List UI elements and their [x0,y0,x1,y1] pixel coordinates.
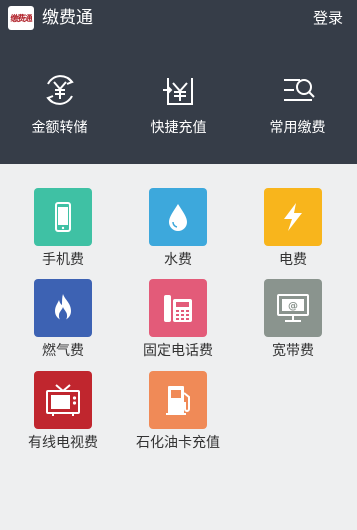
tv-icon [46,384,80,416]
service-label: 有线电视费 [28,435,98,451]
quick-action-recharge[interactable]: 快捷充值 [119,70,238,138]
monitor-at-icon: @ [277,294,309,322]
service-label: 水费 [164,252,192,268]
service-water[interactable]: 水费 [123,188,233,270]
service-label: 电费 [279,252,307,268]
service-label: 固定电话费 [143,343,213,359]
yuan-recharge-icon [162,78,193,105]
service-tile [264,188,322,246]
service-tile [34,279,92,337]
fuel-pump-icon [166,386,190,415]
service-gas[interactable]: 燃气费 [8,279,118,361]
service-cable-tv[interactable]: 有线电视费 [8,371,118,453]
list-search-icon [283,79,315,101]
quick-actions-panel: 金额转储 快捷充值 常用缴费 [0,36,357,164]
quick-action-transfer[interactable]: 金额转储 [0,70,119,138]
water-drop-icon [169,204,187,231]
landline-phone-icon [164,295,192,322]
quick-action-frequent[interactable]: 常用缴费 [238,70,357,138]
app-title: 缴费通 [42,8,93,28]
service-landline[interactable]: 固定电话费 [123,279,233,361]
service-label: 燃气费 [42,343,84,359]
logo-text: 缴费通 [10,13,33,23]
app-logo: 缴费通 [8,6,34,30]
service-label: 宽带费 [272,343,314,359]
svg-text:@: @ [288,301,298,312]
top-bar: 缴费通 缴费通 登录 [0,0,357,36]
flame-icon [55,294,71,322]
quick-action-label: 金额转储 [31,120,88,136]
service-label: 石化油卡充值 [136,435,220,451]
service-tile: @ [264,279,322,337]
service-label: 手机费 [42,252,84,268]
mobile-phone-icon [55,202,71,232]
lightning-icon [284,203,302,231]
yuan-transfer-icon [45,75,74,105]
service-tile [34,188,92,246]
service-electricity[interactable]: 电费 [238,188,348,270]
service-tile [149,371,207,429]
service-tile [149,279,207,337]
service-broadband[interactable]: @ 宽带费 [238,279,348,361]
quick-action-label: 快捷充值 [150,120,207,136]
service-tile [149,188,207,246]
service-mobile[interactable]: 手机费 [8,188,118,270]
service-tile [34,371,92,429]
quick-action-label: 常用缴费 [269,120,326,136]
login-button[interactable]: 登录 [313,6,343,30]
service-fuel-card[interactable]: 石化油卡充值 [123,371,233,453]
